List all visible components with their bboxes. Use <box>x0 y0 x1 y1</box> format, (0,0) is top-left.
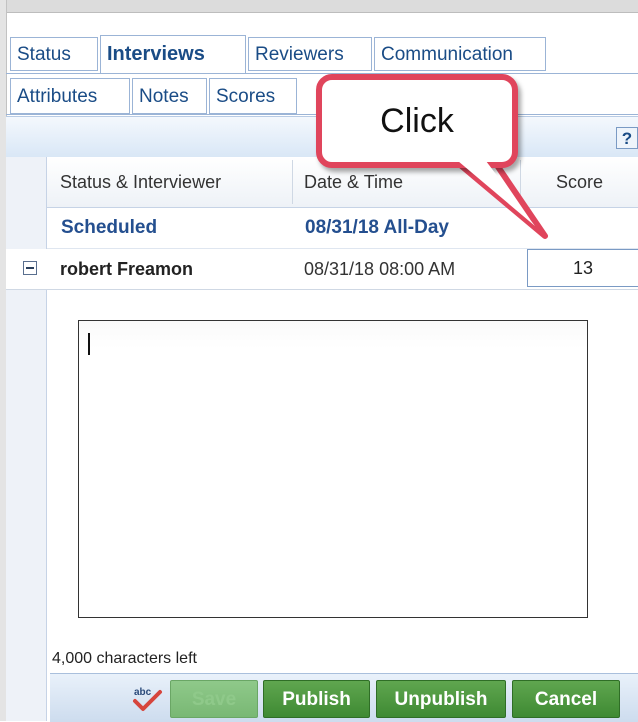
group-date: 08/31/18 All-Day <box>305 217 449 238</box>
collapse-minus-icon[interactable] <box>23 261 37 275</box>
tab-status[interactable]: Status <box>10 37 98 71</box>
save-button[interactable]: Save <box>170 680 258 718</box>
column-separator <box>292 160 293 204</box>
characters-left-counter: 4,000 characters left <box>52 650 197 667</box>
unpublish-button[interactable]: Unpublish <box>376 680 506 718</box>
score-input[interactable]: 13 <box>527 249 638 287</box>
spellcheck-icon[interactable]: abc <box>130 684 164 714</box>
tab-row-divider <box>6 73 638 74</box>
row-datetime: 08/31/18 08:00 AM <box>304 259 456 279</box>
tab-reviewers[interactable]: Reviewers <box>248 37 372 71</box>
group-status: Scheduled <box>61 217 158 238</box>
table-row[interactable]: robert Freamon 08/31/18 08:00 AM 13 <box>6 249 638 290</box>
notes-textarea[interactable] <box>78 320 588 618</box>
textarea-top-gradient <box>79 321 587 349</box>
window-top-border <box>0 0 638 13</box>
row-interviewer: robert Freamon <box>60 259 194 279</box>
tab-notes[interactable]: Notes <box>132 78 207 114</box>
column-header-score[interactable]: Score <box>521 157 638 207</box>
text-caret <box>88 333 90 355</box>
cancel-button[interactable]: Cancel <box>512 680 620 718</box>
publish-button[interactable]: Publish <box>263 680 370 718</box>
grid-row-gutter <box>6 157 47 721</box>
group-row-scheduled: Scheduled 08/31/18 All-Day <box>47 208 638 249</box>
tab-interviews[interactable]: Interviews <box>100 35 246 74</box>
column-header-status-interviewer[interactable]: Status & Interviewer <box>60 157 290 207</box>
tab-attributes[interactable]: Attributes <box>10 78 130 114</box>
callout-click: Click <box>316 74 518 168</box>
help-icon[interactable]: ? <box>616 127 638 149</box>
window: Status Interviews Reviewers Communicatio… <box>0 0 638 722</box>
callout-text: Click <box>380 102 454 140</box>
tab-communication[interactable]: Communication <box>374 37 546 71</box>
svg-text:abc: abc <box>134 687 152 698</box>
tab-scores[interactable]: Scores <box>209 78 297 114</box>
